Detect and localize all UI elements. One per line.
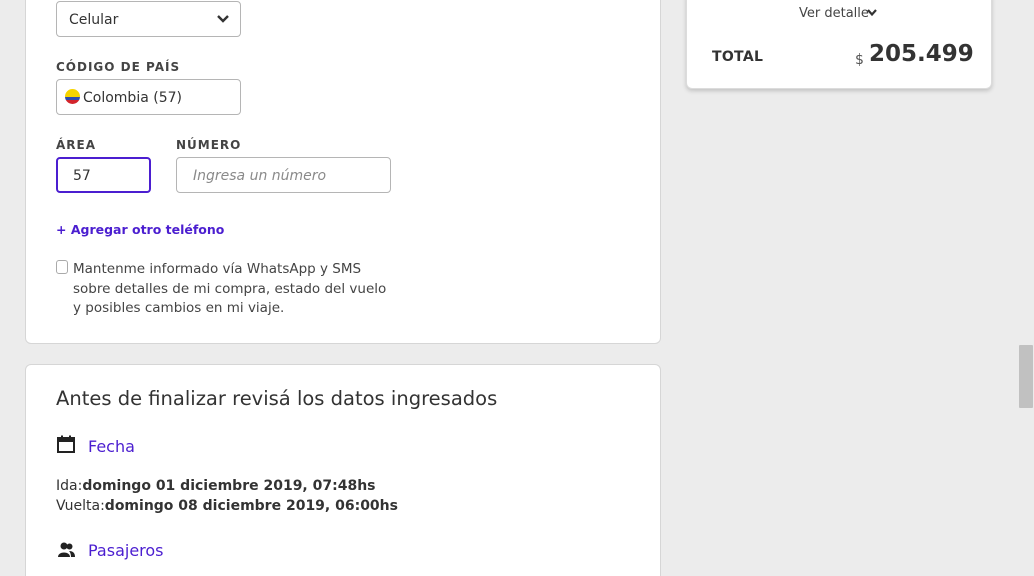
area-value: 57 [73, 168, 91, 184]
fecha-title: Fecha [88, 437, 135, 456]
phone-type-value: Celular [69, 12, 119, 28]
country-code-label: CÓDIGO DE PAÍS [56, 60, 181, 74]
whatsapp-optin-checkbox[interactable] [56, 260, 68, 274]
phone-number-placeholder: Ingresa un número [193, 168, 327, 184]
chevron-down-icon [217, 15, 229, 23]
vuelta-value: domingo 08 diciembre 2019, 06:00hs [104, 498, 398, 514]
chevron-down-icon[interactable] [866, 8, 878, 18]
review-title: Antes de finalizar revisá los datos ingr… [56, 387, 498, 410]
ida-line: Ida:domingo 01 diciembre 2019, 07:48hs [56, 478, 376, 494]
colombia-flag-icon [65, 89, 80, 104]
add-phone-link[interactable]: + Agregar otro teléfono [56, 222, 224, 237]
calendar-icon [57, 435, 75, 453]
area-input[interactable]: 57 [56, 157, 151, 193]
ida-label: Ida: [56, 478, 83, 494]
ida-value: domingo 01 diciembre 2019, 07:48hs [82, 478, 376, 494]
vuelta-label: Vuelta: [56, 498, 105, 514]
phone-number-input[interactable]: Ingresa un número [176, 157, 391, 193]
total-amount: 205.499 [869, 41, 974, 67]
phone-type-select[interactable]: Celular [56, 1, 241, 37]
currency-symbol: $ [855, 52, 864, 68]
number-label: NÚMERO [176, 138, 242, 152]
people-icon [58, 542, 75, 557]
vuelta-line: Vuelta:domingo 08 diciembre 2019, 06:00h… [56, 498, 398, 514]
country-code-field[interactable]: Colombia (57) [56, 79, 241, 115]
scrollbar-thumb[interactable] [1019, 345, 1033, 408]
whatsapp-optin-label: Mantenme informado vía WhatsApp y SMS so… [73, 261, 387, 316]
area-label: ÁREA [56, 138, 97, 152]
country-code-value: Colombia (57) [83, 90, 182, 106]
pasajeros-title: Pasajeros [88, 541, 164, 560]
total-label: TOTAL [712, 49, 764, 65]
ver-detalle-link[interactable]: Ver detalle [799, 6, 869, 21]
